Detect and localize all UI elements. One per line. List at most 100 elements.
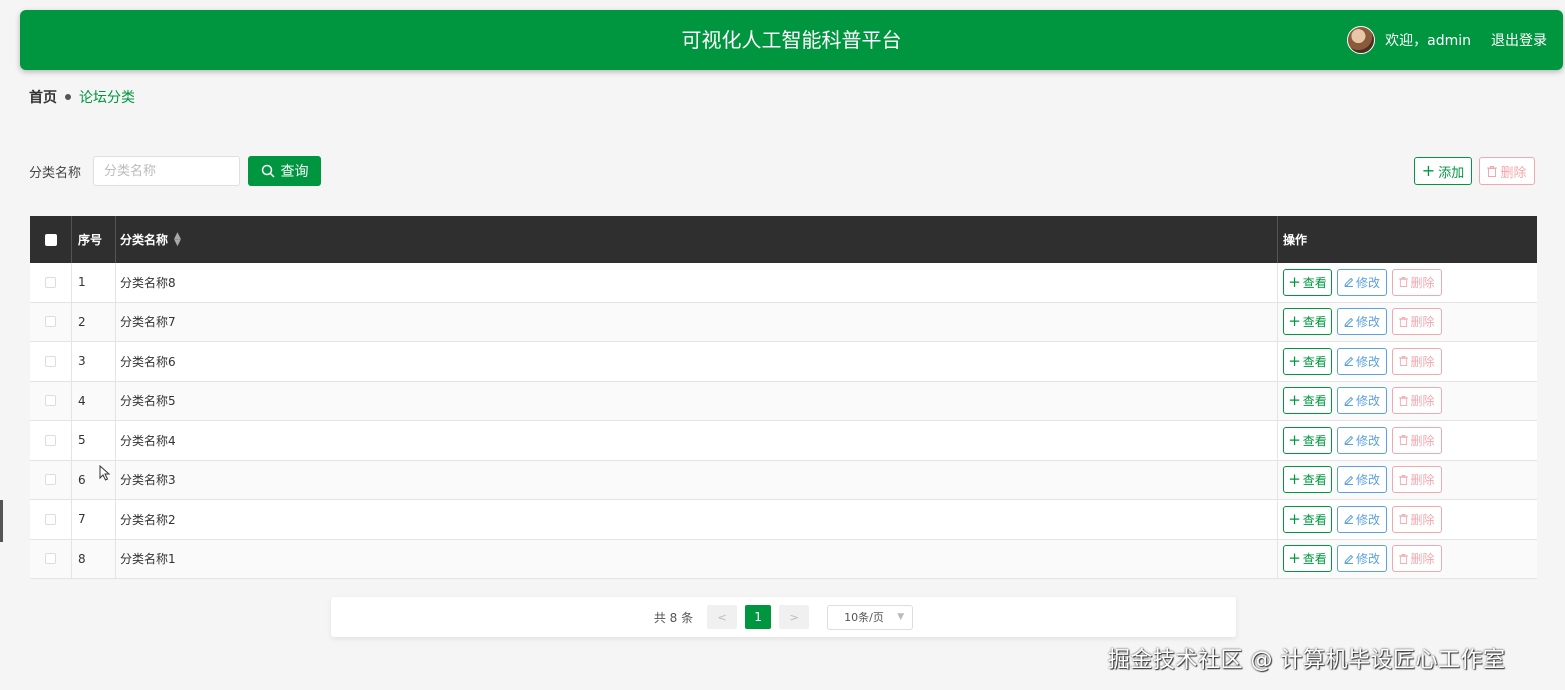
view-label: 查看 bbox=[1302, 473, 1327, 488]
delete-button[interactable]: 删除 bbox=[1392, 505, 1442, 533]
pagination-total: 共 8 条 bbox=[653, 610, 694, 625]
prev-page-button[interactable]: < bbox=[707, 605, 738, 629]
view-button[interactable]: + 查看 bbox=[1283, 347, 1332, 375]
row-checkbox[interactable] bbox=[45, 355, 56, 367]
batch-delete-label: 删除 bbox=[1500, 165, 1527, 181]
header-checkbox-cell bbox=[30, 216, 72, 263]
add-button-label: 添加 bbox=[1438, 165, 1465, 181]
delete-label: 删除 bbox=[1410, 512, 1435, 527]
row-checkbox-cell bbox=[30, 539, 72, 578]
edit-button[interactable]: 修改 bbox=[1337, 505, 1387, 533]
view-label: 查看 bbox=[1302, 552, 1327, 567]
sort-icon[interactable]: ▲ ▼ bbox=[174, 231, 181, 247]
delete-button[interactable]: 删除 bbox=[1392, 308, 1442, 336]
breadcrumb-current: 论坛分类 bbox=[79, 90, 135, 106]
header-index: 序号 bbox=[72, 216, 116, 263]
edit-label: 修改 bbox=[1355, 394, 1380, 409]
view-label: 查看 bbox=[1302, 315, 1327, 330]
add-button[interactable]: + 添加 bbox=[1414, 157, 1472, 185]
plus-icon: + bbox=[1288, 272, 1301, 291]
view-label: 查看 bbox=[1302, 512, 1327, 527]
delete-button[interactable]: 删除 bbox=[1392, 426, 1442, 454]
view-button[interactable]: + 查看 bbox=[1283, 505, 1332, 533]
row-actions: + 查看 修改 删除 bbox=[1278, 342, 1537, 381]
delete-button[interactable]: 删除 bbox=[1392, 387, 1442, 415]
edit-label: 修改 bbox=[1355, 512, 1380, 527]
edit-label: 修改 bbox=[1355, 315, 1380, 330]
row-checkbox[interactable] bbox=[45, 434, 56, 446]
row-checkbox[interactable] bbox=[45, 513, 56, 525]
row-checkbox-cell bbox=[30, 421, 72, 460]
edit-button[interactable]: 修改 bbox=[1337, 426, 1387, 454]
row-index: 3 bbox=[72, 342, 116, 381]
delete-button[interactable]: 删除 bbox=[1392, 347, 1442, 375]
edit-button[interactable]: 修改 bbox=[1337, 545, 1387, 573]
delete-label: 删除 bbox=[1410, 433, 1435, 448]
table-row: 1 分类名称8 + 查看 修改 删除 bbox=[30, 263, 1537, 303]
header-name-label: 分类名称 bbox=[120, 233, 169, 247]
edit-button[interactable]: 修改 bbox=[1337, 387, 1387, 415]
breadcrumb: 首页 论坛分类 bbox=[29, 87, 135, 107]
row-checkbox-cell bbox=[30, 460, 72, 499]
plus-icon: + bbox=[1421, 161, 1436, 180]
edit-button[interactable]: 修改 bbox=[1337, 466, 1387, 494]
mouse-cursor-icon bbox=[99, 465, 111, 481]
view-button[interactable]: + 查看 bbox=[1283, 426, 1332, 454]
row-actions: + 查看 修改 删除 bbox=[1278, 540, 1537, 579]
select-all-checkbox[interactable] bbox=[44, 233, 57, 246]
trash-icon bbox=[1399, 514, 1409, 525]
row-index: 7 bbox=[72, 500, 116, 539]
view-label: 查看 bbox=[1302, 354, 1327, 369]
row-checkbox[interactable] bbox=[45, 553, 56, 565]
view-button[interactable]: + 查看 bbox=[1283, 387, 1332, 415]
breadcrumb-separator bbox=[65, 94, 71, 100]
row-name: 分类名称1 bbox=[116, 539, 1278, 578]
view-button[interactable]: + 查看 bbox=[1283, 545, 1332, 573]
row-checkbox[interactable] bbox=[45, 316, 56, 328]
trash-icon bbox=[1399, 277, 1409, 288]
batch-delete-button[interactable]: 删除 bbox=[1479, 157, 1535, 185]
search-label: 分类名称 bbox=[29, 166, 82, 181]
query-button-label: 查询 bbox=[280, 164, 309, 180]
app-title: 可视化人工智能科普平台 bbox=[681, 28, 902, 52]
row-index: 5 bbox=[72, 421, 116, 460]
delete-label: 删除 bbox=[1410, 275, 1435, 290]
delete-button[interactable]: 删除 bbox=[1392, 466, 1442, 494]
edit-button[interactable]: 修改 bbox=[1337, 347, 1387, 375]
table-row: 3 分类名称6 + 查看 修改 删除 bbox=[30, 342, 1537, 382]
current-page[interactable]: 1 bbox=[745, 605, 772, 629]
delete-button[interactable]: 删除 bbox=[1392, 545, 1442, 573]
breadcrumb-home[interactable]: 首页 bbox=[29, 87, 57, 107]
page-size-select[interactable]: 10条/页 ▼ bbox=[827, 604, 914, 630]
plus-icon: + bbox=[1288, 509, 1301, 528]
logout-link[interactable]: 退出登录 bbox=[1491, 30, 1547, 50]
avatar[interactable] bbox=[1347, 26, 1376, 54]
search-input[interactable] bbox=[93, 156, 240, 186]
edit-button[interactable]: 修改 bbox=[1337, 308, 1387, 336]
row-name: 分类名称8 bbox=[116, 263, 1278, 302]
row-index: 2 bbox=[72, 302, 116, 341]
row-index: 8 bbox=[72, 539, 116, 578]
header-name[interactable]: 分类名称 ▲ ▼ bbox=[116, 216, 1278, 263]
view-button[interactable]: + 查看 bbox=[1283, 466, 1332, 494]
row-checkbox[interactable] bbox=[45, 474, 56, 486]
next-page-button[interactable]: > bbox=[779, 605, 810, 629]
row-actions: + 查看 修改 删除 bbox=[1278, 303, 1537, 342]
row-name: 分类名称4 bbox=[116, 421, 1278, 460]
side-handle[interactable] bbox=[0, 500, 3, 542]
row-checkbox[interactable] bbox=[45, 276, 56, 288]
row-name: 分类名称2 bbox=[116, 500, 1278, 539]
edit-button[interactable]: 修改 bbox=[1337, 268, 1387, 296]
trash-icon bbox=[1399, 395, 1409, 406]
row-actions: + 查看 修改 删除 bbox=[1278, 500, 1537, 539]
page-size-value: 10条/页 bbox=[844, 611, 884, 624]
row-actions: + 查看 修改 删除 bbox=[1278, 421, 1537, 460]
view-button[interactable]: + 查看 bbox=[1283, 308, 1332, 336]
row-name: 分类名称6 bbox=[116, 342, 1278, 381]
view-button[interactable]: + 查看 bbox=[1283, 268, 1332, 296]
plus-icon: + bbox=[1288, 549, 1301, 568]
delete-button[interactable]: 删除 bbox=[1392, 268, 1442, 296]
query-button[interactable]: 查询 bbox=[248, 156, 321, 186]
trash-icon bbox=[1399, 553, 1409, 564]
row-checkbox[interactable] bbox=[45, 395, 56, 407]
